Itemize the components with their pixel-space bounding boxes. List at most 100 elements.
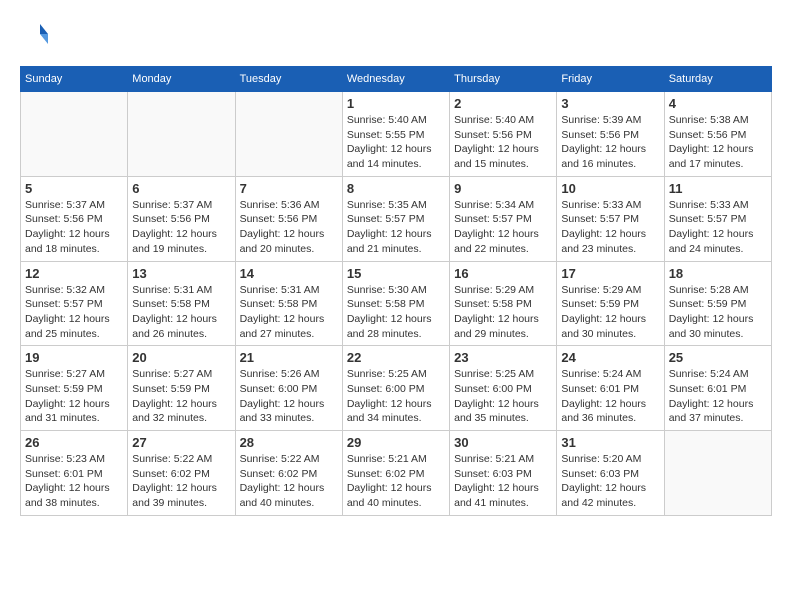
page-header bbox=[20, 20, 772, 50]
calendar: SundayMondayTuesdayWednesdayThursdayFrid… bbox=[20, 66, 772, 516]
calendar-header-sunday: Sunday bbox=[21, 67, 128, 92]
calendar-cell: 4 Sunrise: 5:38 AM Sunset: 5:56 PM Daylig… bbox=[664, 92, 771, 177]
calendar-cell: 13 Sunrise: 5:31 AM Sunset: 5:58 PM Dayli… bbox=[128, 261, 235, 346]
calendar-cell: 14 Sunrise: 5:31 AM Sunset: 5:58 PM Dayli… bbox=[235, 261, 342, 346]
day-number: 14 bbox=[240, 266, 338, 281]
day-number: 4 bbox=[669, 96, 767, 111]
day-number: 6 bbox=[132, 181, 230, 196]
logo bbox=[20, 20, 54, 50]
calendar-week-row: 19 Sunrise: 5:27 AM Sunset: 5:59 PM Dayli… bbox=[21, 346, 772, 431]
calendar-cell: 19 Sunrise: 5:27 AM Sunset: 5:59 PM Dayli… bbox=[21, 346, 128, 431]
day-info: Sunrise: 5:22 AM Sunset: 6:02 PM Dayligh… bbox=[132, 452, 230, 511]
day-number: 27 bbox=[132, 435, 230, 450]
logo-icon bbox=[20, 20, 50, 50]
calendar-week-row: 5Sunrise: 5:37 AM Sunset: 5:56 PM Daylig… bbox=[21, 176, 772, 261]
day-number: 7 bbox=[240, 181, 338, 196]
calendar-cell: 28 Sunrise: 5:22 AM Sunset: 6:02 PM Dayli… bbox=[235, 431, 342, 516]
calendar-cell: 5Sunrise: 5:37 AM Sunset: 5:56 PM Daylig… bbox=[21, 176, 128, 261]
calendar-cell: 26 Sunrise: 5:23 AM Sunset: 6:01 PM Dayli… bbox=[21, 431, 128, 516]
day-number: 8 bbox=[347, 181, 445, 196]
day-number: 1 bbox=[347, 96, 445, 111]
day-info: Sunrise: 5:35 AM Sunset: 5:57 PM Dayligh… bbox=[347, 198, 445, 257]
day-number: 30 bbox=[454, 435, 552, 450]
calendar-cell: 9Sunrise: 5:34 AM Sunset: 5:57 PM Daylig… bbox=[450, 176, 557, 261]
day-info: Sunrise: 5:29 AM Sunset: 5:59 PM Dayligh… bbox=[561, 283, 659, 342]
day-number: 26 bbox=[25, 435, 123, 450]
day-number: 22 bbox=[347, 350, 445, 365]
calendar-cell: 20Sunrise: 5:27 AM Sunset: 5:59 PM Dayli… bbox=[128, 346, 235, 431]
day-number: 12 bbox=[25, 266, 123, 281]
calendar-cell bbox=[21, 92, 128, 177]
day-number: 25 bbox=[669, 350, 767, 365]
calendar-cell: 29Sunrise: 5:21 AM Sunset: 6:02 PM Dayli… bbox=[342, 431, 449, 516]
day-number: 5 bbox=[25, 181, 123, 196]
calendar-cell: 15 Sunrise: 5:30 AM Sunset: 5:58 PM Dayli… bbox=[342, 261, 449, 346]
calendar-cell: 31 Sunrise: 5:20 AM Sunset: 6:03 PM Dayli… bbox=[557, 431, 664, 516]
day-info: Sunrise: 5:30 AM Sunset: 5:58 PM Dayligh… bbox=[347, 283, 445, 342]
calendar-week-row: 1 Sunrise: 5:40 AM Sunset: 5:55 PM Daylig… bbox=[21, 92, 772, 177]
day-info: Sunrise: 5:34 AM Sunset: 5:57 PM Dayligh… bbox=[454, 198, 552, 257]
day-number: 23 bbox=[454, 350, 552, 365]
day-info: Sunrise: 5:33 AM Sunset: 5:57 PM Dayligh… bbox=[669, 198, 767, 257]
day-info: Sunrise: 5:23 AM Sunset: 6:01 PM Dayligh… bbox=[25, 452, 123, 511]
calendar-cell: 7Sunrise: 5:36 AM Sunset: 5:56 PM Daylig… bbox=[235, 176, 342, 261]
day-info: Sunrise: 5:25 AM Sunset: 6:00 PM Dayligh… bbox=[347, 367, 445, 426]
day-info: Sunrise: 5:28 AM Sunset: 5:59 PM Dayligh… bbox=[669, 283, 767, 342]
day-number: 18 bbox=[669, 266, 767, 281]
day-number: 15 bbox=[347, 266, 445, 281]
calendar-cell: 16 Sunrise: 5:29 AM Sunset: 5:58 PM Dayli… bbox=[450, 261, 557, 346]
day-number: 28 bbox=[240, 435, 338, 450]
day-info: Sunrise: 5:40 AM Sunset: 5:56 PM Dayligh… bbox=[454, 113, 552, 172]
day-number: 10 bbox=[561, 181, 659, 196]
day-info: Sunrise: 5:24 AM Sunset: 6:01 PM Dayligh… bbox=[669, 367, 767, 426]
calendar-header-tuesday: Tuesday bbox=[235, 67, 342, 92]
day-info: Sunrise: 5:38 AM Sunset: 5:56 PM Dayligh… bbox=[669, 113, 767, 172]
day-info: Sunrise: 5:27 AM Sunset: 5:59 PM Dayligh… bbox=[25, 367, 123, 426]
day-info: Sunrise: 5:24 AM Sunset: 6:01 PM Dayligh… bbox=[561, 367, 659, 426]
day-info: Sunrise: 5:33 AM Sunset: 5:57 PM Dayligh… bbox=[561, 198, 659, 257]
day-info: Sunrise: 5:32 AM Sunset: 5:57 PM Dayligh… bbox=[25, 283, 123, 342]
calendar-header-wednesday: Wednesday bbox=[342, 67, 449, 92]
calendar-header-friday: Friday bbox=[557, 67, 664, 92]
calendar-cell: 30 Sunrise: 5:21 AM Sunset: 6:03 PM Dayli… bbox=[450, 431, 557, 516]
calendar-cell: 3Sunrise: 5:39 AM Sunset: 5:56 PM Daylig… bbox=[557, 92, 664, 177]
day-info: Sunrise: 5:31 AM Sunset: 5:58 PM Dayligh… bbox=[240, 283, 338, 342]
calendar-cell: 18 Sunrise: 5:28 AM Sunset: 5:59 PM Dayli… bbox=[664, 261, 771, 346]
day-info: Sunrise: 5:26 AM Sunset: 6:00 PM Dayligh… bbox=[240, 367, 338, 426]
calendar-cell: 1 Sunrise: 5:40 AM Sunset: 5:55 PM Daylig… bbox=[342, 92, 449, 177]
calendar-cell: 25 Sunrise: 5:24 AM Sunset: 6:01 PM Dayli… bbox=[664, 346, 771, 431]
day-info: Sunrise: 5:21 AM Sunset: 6:03 PM Dayligh… bbox=[454, 452, 552, 511]
calendar-cell: 12 Sunrise: 5:32 AM Sunset: 5:57 PM Dayli… bbox=[21, 261, 128, 346]
calendar-cell: 17 Sunrise: 5:29 AM Sunset: 5:59 PM Dayli… bbox=[557, 261, 664, 346]
day-number: 24 bbox=[561, 350, 659, 365]
day-number: 19 bbox=[25, 350, 123, 365]
day-number: 17 bbox=[561, 266, 659, 281]
calendar-cell: 22 Sunrise: 5:25 AM Sunset: 6:00 PM Dayli… bbox=[342, 346, 449, 431]
calendar-week-row: 12 Sunrise: 5:32 AM Sunset: 5:57 PM Dayli… bbox=[21, 261, 772, 346]
day-info: Sunrise: 5:20 AM Sunset: 6:03 PM Dayligh… bbox=[561, 452, 659, 511]
day-number: 3 bbox=[561, 96, 659, 111]
calendar-cell bbox=[235, 92, 342, 177]
day-number: 13 bbox=[132, 266, 230, 281]
calendar-cell: 11 Sunrise: 5:33 AM Sunset: 5:57 PM Dayli… bbox=[664, 176, 771, 261]
calendar-cell bbox=[128, 92, 235, 177]
calendar-cell bbox=[664, 431, 771, 516]
day-number: 29 bbox=[347, 435, 445, 450]
calendar-cell: 21 Sunrise: 5:26 AM Sunset: 6:00 PM Dayli… bbox=[235, 346, 342, 431]
day-info: Sunrise: 5:22 AM Sunset: 6:02 PM Dayligh… bbox=[240, 452, 338, 511]
day-number: 2 bbox=[454, 96, 552, 111]
day-number: 21 bbox=[240, 350, 338, 365]
day-number: 31 bbox=[561, 435, 659, 450]
day-info: Sunrise: 5:29 AM Sunset: 5:58 PM Dayligh… bbox=[454, 283, 552, 342]
calendar-cell: 6Sunrise: 5:37 AM Sunset: 5:56 PM Daylig… bbox=[128, 176, 235, 261]
calendar-cell: 24 Sunrise: 5:24 AM Sunset: 6:01 PM Dayli… bbox=[557, 346, 664, 431]
day-number: 16 bbox=[454, 266, 552, 281]
calendar-cell: 23Sunrise: 5:25 AM Sunset: 6:00 PM Dayli… bbox=[450, 346, 557, 431]
calendar-cell: 10 Sunrise: 5:33 AM Sunset: 5:57 PM Dayli… bbox=[557, 176, 664, 261]
day-info: Sunrise: 5:31 AM Sunset: 5:58 PM Dayligh… bbox=[132, 283, 230, 342]
calendar-header-thursday: Thursday bbox=[450, 67, 557, 92]
day-number: 11 bbox=[669, 181, 767, 196]
day-info: Sunrise: 5:40 AM Sunset: 5:55 PM Dayligh… bbox=[347, 113, 445, 172]
calendar-cell: 8 Sunrise: 5:35 AM Sunset: 5:57 PM Daylig… bbox=[342, 176, 449, 261]
calendar-cell: 27 Sunrise: 5:22 AM Sunset: 6:02 PM Dayli… bbox=[128, 431, 235, 516]
